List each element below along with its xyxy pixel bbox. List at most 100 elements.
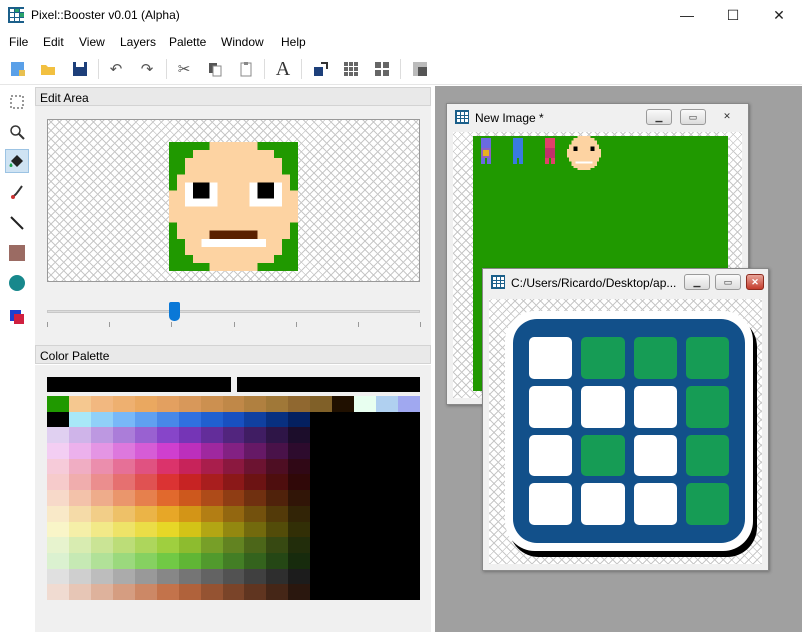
palette-swatch[interactable] <box>266 443 289 459</box>
palette-swatch[interactable] <box>68 490 91 506</box>
palette-swatch[interactable] <box>288 505 311 522</box>
palette-swatch[interactable] <box>398 568 420 585</box>
palette-swatch[interactable] <box>112 411 135 428</box>
palette-swatch[interactable] <box>332 552 355 569</box>
palette-swatch[interactable] <box>200 568 223 585</box>
palette-swatch[interactable] <box>376 411 399 428</box>
palette-swatch[interactable] <box>112 443 135 459</box>
palette-swatch[interactable] <box>332 490 355 506</box>
palette-swatch[interactable] <box>354 521 377 538</box>
palette-swatch[interactable] <box>398 443 420 459</box>
close-button[interactable]: ✕ <box>756 0 802 31</box>
palette-swatch[interactable] <box>68 537 91 553</box>
palette-swatch[interactable] <box>310 568 333 585</box>
palette-swatch[interactable] <box>354 490 377 506</box>
palette-swatch[interactable] <box>222 474 245 491</box>
selection-icon[interactable] <box>5 90 29 114</box>
palette-swatch[interactable] <box>354 458 377 475</box>
palette-swatch[interactable] <box>266 537 289 553</box>
palette-swatch[interactable] <box>244 537 267 553</box>
ellipse-icon[interactable] <box>5 271 29 295</box>
palette-swatch[interactable] <box>332 505 355 522</box>
new-image-restore-button[interactable]: ▭ <box>680 109 706 125</box>
line-icon[interactable] <box>5 211 29 235</box>
palette-swatch[interactable] <box>354 584 377 600</box>
palette-swatch[interactable] <box>398 474 420 491</box>
palette-swatch[interactable] <box>200 505 223 522</box>
palette-swatch[interactable] <box>288 458 311 475</box>
palette-swatch[interactable] <box>156 552 179 569</box>
app-icon-window-titlebar[interactable]: C:/Users/Ricardo/Desktop/ap... ▁ ▭ ✕ <box>483 269 768 296</box>
palette-swatch[interactable] <box>112 396 135 412</box>
palette-swatch[interactable] <box>244 458 267 475</box>
palette-swatch[interactable] <box>310 458 333 475</box>
palette-swatch[interactable] <box>376 584 399 600</box>
palette-swatch[interactable] <box>244 552 267 569</box>
app-icon-window-close-button[interactable]: ✕ <box>746 274 764 290</box>
palette-swatch[interactable] <box>222 521 245 538</box>
palette-swatch[interactable] <box>90 396 113 412</box>
palette-swatch[interactable] <box>178 521 201 538</box>
palette-swatch[interactable] <box>310 584 333 600</box>
palette-swatch[interactable] <box>354 443 377 459</box>
palette-swatch[interactable] <box>398 505 420 522</box>
new-file-icon[interactable] <box>8 59 28 79</box>
palette-swatch[interactable] <box>266 427 289 444</box>
palette-swatch[interactable] <box>310 521 333 538</box>
palette-swatch[interactable] <box>178 474 201 491</box>
palette-swatch[interactable] <box>332 411 355 428</box>
palette-swatch[interactable] <box>376 474 399 491</box>
palette-swatch[interactable] <box>354 411 377 428</box>
palette-swatch[interactable] <box>266 411 289 428</box>
palette-swatch[interactable] <box>222 443 245 459</box>
palette-swatch[interactable] <box>134 568 157 585</box>
palette-swatch[interactable] <box>310 490 333 506</box>
palette-swatch[interactable] <box>222 552 245 569</box>
palette-swatch[interactable] <box>47 568 69 585</box>
palette-swatch[interactable] <box>376 537 399 553</box>
palette-swatch[interactable] <box>244 505 267 522</box>
palette-swatch[interactable] <box>156 537 179 553</box>
palette-swatch[interactable] <box>332 396 355 412</box>
palette-swatch[interactable] <box>354 474 377 491</box>
palette-swatch[interactable] <box>332 458 355 475</box>
new-image-close-button[interactable]: ✕ <box>714 109 740 125</box>
palette-swatch[interactable] <box>178 552 201 569</box>
palette-swatch[interactable] <box>90 443 113 459</box>
palette-swatch[interactable] <box>310 427 333 444</box>
zoom-slider-track[interactable] <box>47 310 420 313</box>
palette-swatch[interactable] <box>178 396 201 412</box>
menu-file[interactable]: File <box>9 35 28 49</box>
palette-swatch[interactable] <box>200 584 223 600</box>
app-icon-window-minimize-button[interactable]: ▁ <box>684 274 710 290</box>
menu-palette[interactable]: Palette <box>169 35 206 49</box>
palette-swatch[interactable] <box>354 537 377 553</box>
menu-edit[interactable]: Edit <box>43 35 64 49</box>
palette-swatch[interactable] <box>266 505 289 522</box>
palette-swatch[interactable] <box>156 411 179 428</box>
palette-swatch[interactable] <box>376 490 399 506</box>
palette-swatch[interactable] <box>288 552 311 569</box>
palette-swatch[interactable] <box>266 584 289 600</box>
menu-window[interactable]: Window <box>221 35 264 49</box>
palette-swatch[interactable] <box>398 537 420 553</box>
palette-swatch[interactable] <box>68 474 91 491</box>
copy-icon[interactable] <box>205 59 225 79</box>
palette-swatch[interactable] <box>376 568 399 585</box>
palette-swatch[interactable] <box>68 411 91 428</box>
palette-swatch[interactable] <box>47 552 69 569</box>
palette-swatch[interactable] <box>354 552 377 569</box>
palette-swatch[interactable] <box>332 537 355 553</box>
palette-swatch[interactable] <box>310 552 333 569</box>
palette-swatch[interactable] <box>134 521 157 538</box>
palette-swatch[interactable] <box>200 521 223 538</box>
palette-swatch[interactable] <box>354 396 377 412</box>
palette-swatch[interactable] <box>266 396 289 412</box>
palette-swatch[interactable] <box>178 443 201 459</box>
palette-swatch[interactable] <box>288 396 311 412</box>
palette-swatch[interactable] <box>332 443 355 459</box>
palette-swatch[interactable] <box>288 443 311 459</box>
palette-swatch[interactable] <box>222 568 245 585</box>
palette-swatch[interactable] <box>398 458 420 475</box>
menu-layers[interactable]: Layers <box>120 35 156 49</box>
